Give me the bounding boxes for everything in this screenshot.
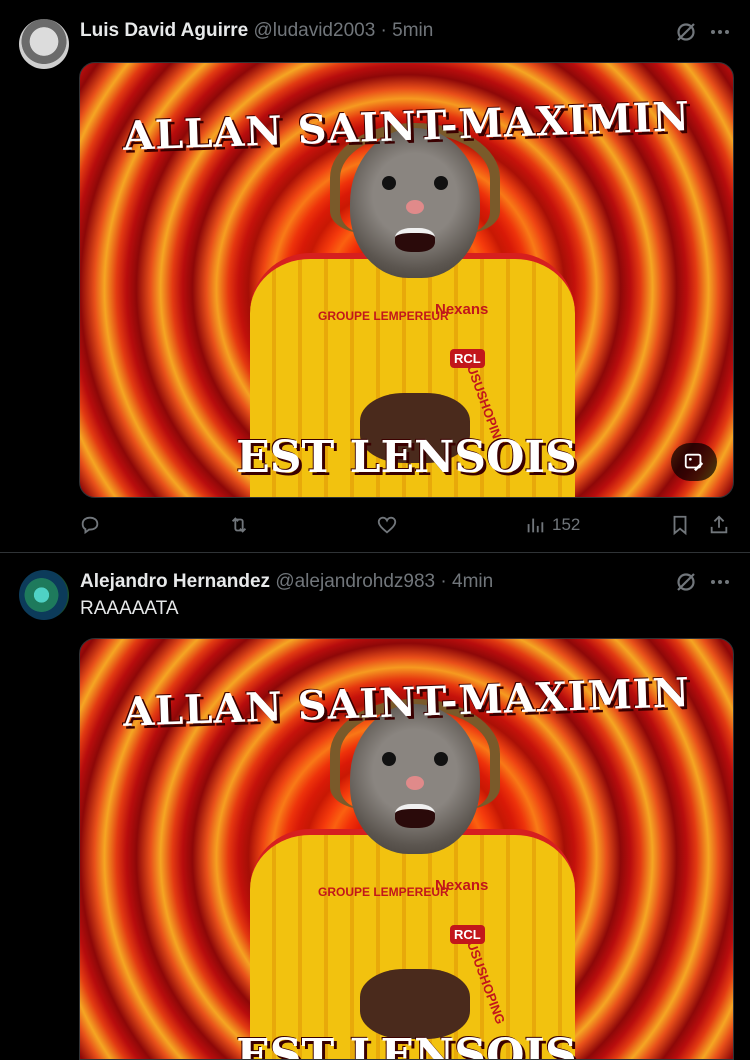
timestamp[interactable]: 5min	[392, 20, 433, 41]
tweet[interactable]: Alejandro Hernandez @alejandrohdz983 · 4…	[0, 553, 750, 1060]
reply-button[interactable]	[79, 511, 101, 539]
share-button[interactable]	[708, 511, 730, 539]
grok-slash-icon[interactable]	[674, 570, 698, 594]
tweet-actions: 152	[79, 511, 739, 539]
more-dots-icon[interactable]	[708, 20, 732, 44]
views-count: 152	[552, 515, 581, 534]
more-dots-icon[interactable]	[708, 570, 732, 594]
avatar[interactable]	[19, 570, 69, 620]
media-subtitle-text: EST LENSOIS	[236, 432, 577, 483]
author-name[interactable]: Luis David Aguirre	[80, 20, 248, 41]
mouth	[395, 228, 435, 252]
bookmark-icon	[673, 515, 687, 536]
tweet-media-image[interactable]: GROUPE LEMPEREUR Nexans AUSUSHOPING RCL …	[79, 638, 734, 1060]
player-figure: GROUPE LEMPEREUR Nexans AUSUSHOPING RCL	[250, 679, 575, 1059]
left-eye	[382, 176, 396, 190]
timestamp[interactable]: 4min	[452, 571, 493, 592]
left-eye	[382, 752, 396, 766]
image-edit-icon[interactable]	[671, 443, 717, 481]
retweet-button[interactable]	[228, 511, 250, 539]
media-subtitle-text: EST LENSOIS	[236, 1030, 577, 1060]
grok-slash-icon[interactable]	[674, 20, 698, 44]
like-button[interactable]	[376, 511, 398, 539]
tweet-text: RAAAAATA	[80, 598, 179, 619]
reply-icon	[81, 516, 99, 535]
nose	[406, 200, 424, 214]
share-icon	[710, 515, 728, 534]
jersey-brand: Nexans	[435, 877, 489, 894]
jersey-sponsor: GROUPE LEMPEREUR	[318, 309, 449, 323]
right-eye	[434, 752, 448, 766]
separator-dot: ·	[380, 20, 387, 41]
tweet-header: Alejandro Hernandez @alejandrohdz983 · 4…	[80, 569, 630, 595]
avatar[interactable]	[19, 19, 69, 69]
bookmark-button[interactable]	[669, 511, 691, 539]
author-handle[interactable]: @alejandrohdz983	[275, 571, 435, 592]
mouth	[395, 804, 435, 828]
nose	[406, 776, 424, 790]
hands	[360, 969, 470, 1039]
tweet-media-image[interactable]: GROUPE LEMPEREUR Nexans AUSUSHOPING RCL …	[79, 62, 734, 498]
tweet-header: Luis David Aguirre @ludavid2003 · 5min	[80, 18, 630, 44]
club-crest: RCL	[450, 925, 485, 944]
retweet-icon	[231, 517, 247, 533]
jersey-sponsor: GROUPE LEMPEREUR	[318, 885, 449, 899]
views-button[interactable]: 152	[524, 511, 580, 539]
author-name[interactable]: Alejandro Hernandez	[80, 571, 270, 592]
views-bar-icon	[527, 518, 544, 533]
like-heart-icon	[377, 516, 397, 534]
right-eye	[434, 176, 448, 190]
tweet[interactable]: Luis David Aguirre @ludavid2003 · 5min G…	[0, 0, 750, 553]
separator-dot: ·	[440, 571, 447, 592]
jersey-brand: Nexans	[435, 301, 489, 318]
club-crest: RCL	[450, 349, 485, 368]
author-handle[interactable]: @ludavid2003	[254, 20, 376, 41]
